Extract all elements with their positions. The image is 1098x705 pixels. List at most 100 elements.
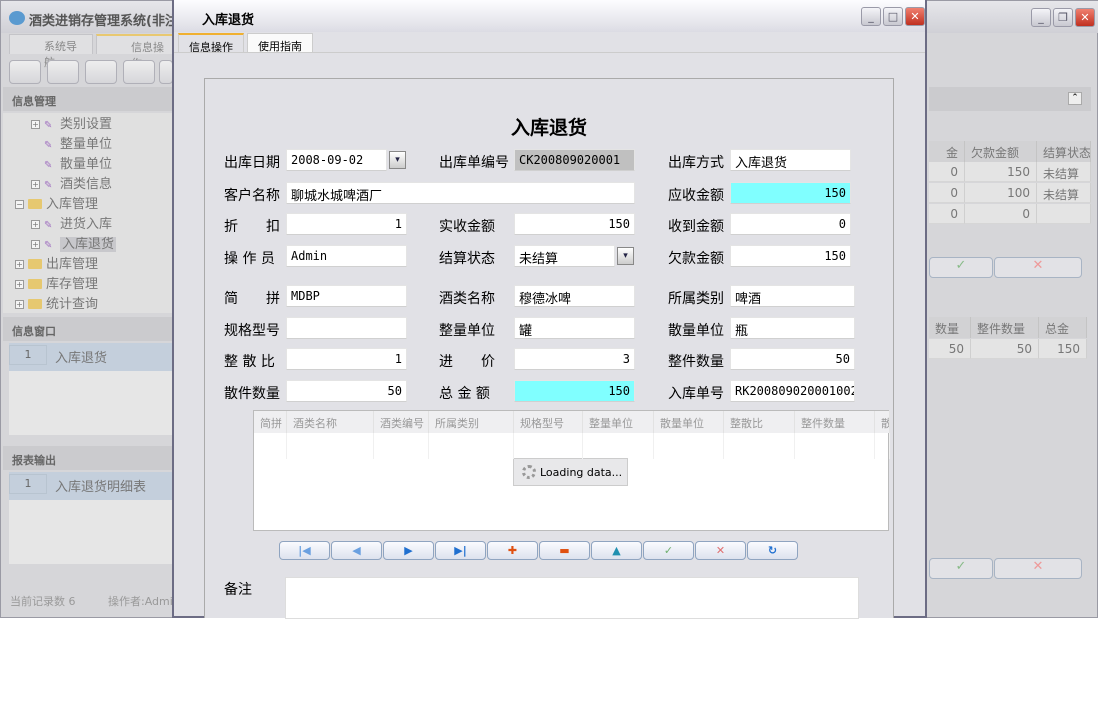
expand-icon[interactable]: +	[31, 180, 40, 189]
cancel-button-2[interactable]: ✕	[994, 558, 1082, 579]
grid-column-header[interactable]: 散	[875, 411, 890, 433]
cancel-button[interactable]: ✕	[695, 541, 746, 560]
grid-column-line	[429, 433, 514, 459]
tab-usage-guide[interactable]: 使用指南	[247, 33, 313, 53]
tree-node[interactable]: ✎散量单位	[31, 153, 112, 172]
user-tool-button[interactable]	[123, 60, 155, 84]
next-button[interactable]: ▶	[383, 541, 434, 560]
field-input[interactable]: 150	[514, 213, 635, 235]
field-label: 入库单号	[668, 383, 724, 403]
field-input[interactable]: 聊城水城啤酒厂	[286, 182, 635, 204]
tab-info-ops[interactable]: 信息操作	[178, 33, 244, 53]
item-number: 1	[9, 345, 47, 365]
field-input[interactable]: MDBP	[286, 285, 407, 307]
grid-column-header[interactable]: 规格型号	[514, 411, 583, 433]
field-input[interactable]	[286, 317, 407, 339]
minimize-button[interactable]: _	[1031, 8, 1051, 27]
field-input[interactable]: 3	[514, 348, 635, 370]
search-tool-button[interactable]	[9, 60, 41, 84]
cancel-button[interactable]: ✕	[994, 257, 1082, 278]
field-input[interactable]: 入库退货	[730, 149, 851, 171]
grid-column-line	[374, 433, 429, 459]
list-item[interactable]: 1 入库退货	[9, 343, 173, 371]
tree-node[interactable]: ✎整量单位	[31, 133, 112, 152]
field-label: 总 金 额	[439, 383, 490, 403]
operator-status: 操作者:Admin	[108, 593, 173, 609]
wand-icon: ✎	[44, 120, 56, 132]
grid-column-header[interactable]: 酒类名称	[287, 411, 374, 433]
dialog-maximize-button[interactable]: □	[883, 7, 903, 26]
tree-node[interactable]: +✎酒类信息	[31, 173, 112, 192]
tree-node[interactable]: +出库管理	[15, 253, 98, 272]
dropdown-arrow-icon[interactable]: ▾	[389, 151, 406, 169]
field-input[interactable]: 瓶	[730, 317, 855, 339]
expand-icon[interactable]: +	[15, 260, 24, 269]
add-button[interactable]: ✚	[487, 541, 538, 560]
grid-column-header[interactable]: 整件数量	[795, 411, 875, 433]
tree-node[interactable]: −入库管理	[15, 193, 98, 212]
tab-system-nav[interactable]: 系统导航	[9, 34, 93, 54]
memo-textarea[interactable]	[285, 577, 859, 619]
field-input[interactable]: 1	[286, 348, 407, 370]
document-tool-button[interactable]	[85, 60, 117, 84]
tab-info-ops[interactable]: 信息操作	[96, 34, 176, 54]
restore-button[interactable]: ❐	[1053, 8, 1073, 27]
grid-column-header[interactable]: 散量单位	[654, 411, 724, 433]
expand-icon[interactable]: +	[31, 120, 40, 129]
field-input[interactable]: 啤酒	[730, 285, 855, 307]
field-input[interactable]: 150	[514, 380, 635, 402]
field-input[interactable]: 0	[730, 213, 851, 235]
field-input[interactable]: 2008-09-02	[286, 149, 387, 171]
dialog-close-button[interactable]: ✕	[905, 7, 925, 26]
expand-icon[interactable]: +	[15, 300, 24, 309]
field-label: 出库单编号	[439, 152, 509, 172]
grid-column-header[interactable]: 酒类编号	[374, 411, 429, 433]
field-input[interactable]: 50	[730, 348, 855, 370]
dropdown-arrow-icon[interactable]: ▾	[617, 247, 634, 265]
expand-icon[interactable]: −	[15, 200, 24, 209]
delete-button[interactable]: ▬	[539, 541, 590, 560]
last-button[interactable]: ▶|	[435, 541, 486, 560]
dialog-minimize-button[interactable]: _	[861, 7, 881, 26]
refresh-button[interactable]: ↻	[747, 541, 798, 560]
tool-button[interactable]	[159, 60, 173, 84]
grid-column-header[interactable]: 所属类别	[429, 411, 514, 433]
expand-icon[interactable]: +	[31, 220, 40, 229]
grid-column-header[interactable]: 整量单位	[583, 411, 654, 433]
table-cell: 0	[929, 162, 965, 182]
tree-node[interactable]: +✎进货入库	[31, 213, 112, 232]
detail-grid[interactable]: Loading data... 简拼酒类名称酒类编号所属类别规格型号整量单位散量…	[253, 410, 889, 531]
field-input[interactable]: RK200809020001002	[730, 380, 855, 402]
grid-column-header[interactable]: 整散比	[724, 411, 795, 433]
list-tool-button[interactable]	[47, 60, 79, 84]
tree-node[interactable]: +✎入库退货	[31, 233, 116, 252]
tree-node-label: 散量单位	[60, 157, 112, 172]
close-button[interactable]: ✕	[1075, 8, 1095, 27]
expand-icon[interactable]: +	[15, 280, 24, 289]
confirm-button[interactable]: ✓	[643, 541, 694, 560]
field-input[interactable]: 150	[730, 245, 851, 267]
field-input[interactable]: 未结算	[514, 245, 615, 267]
right-panel-header	[929, 87, 1091, 111]
expand-icon[interactable]: +	[31, 240, 40, 249]
field-input[interactable]: 50	[286, 380, 407, 402]
up-button[interactable]: ▲	[591, 541, 642, 560]
app-logo-icon	[9, 11, 25, 25]
field-input[interactable]: CK200809020001	[514, 149, 635, 171]
confirm-button[interactable]: ✓	[929, 257, 993, 278]
field-label: 散件数量	[224, 383, 280, 403]
collapse-icon[interactable]: ⌃	[1068, 92, 1082, 105]
tree-node[interactable]: +统计查询	[15, 293, 98, 312]
field-input[interactable]: Admin	[286, 245, 407, 267]
field-input[interactable]: 罐	[514, 317, 635, 339]
tree-node[interactable]: +库存管理	[15, 273, 98, 292]
prev-button[interactable]: ◀	[331, 541, 382, 560]
list-item[interactable]: 1 入库退货明细表	[9, 472, 173, 500]
tree-node[interactable]: +✎类别设置	[31, 113, 112, 132]
field-input[interactable]: 150	[730, 182, 851, 204]
confirm-button-2[interactable]: ✓	[929, 558, 993, 579]
first-button[interactable]: |◀	[279, 541, 330, 560]
grid-column-header[interactable]: 简拼	[254, 411, 287, 433]
field-input[interactable]: 穆德冰啤	[514, 285, 635, 307]
field-input[interactable]: 1	[286, 213, 407, 235]
